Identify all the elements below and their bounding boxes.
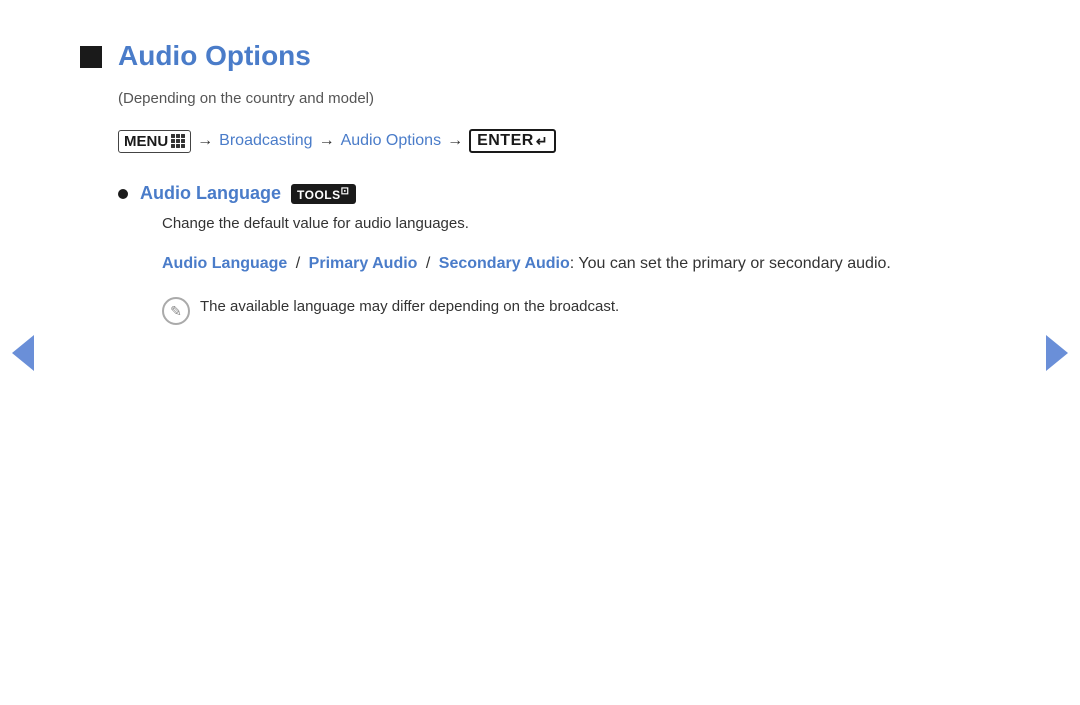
main-content: Audio Options (Depending on the country … bbox=[0, 0, 1000, 377]
audio-language-link: Audio Language bbox=[162, 255, 287, 272]
tools-badge: TOOLS⊡ bbox=[291, 184, 356, 204]
subtitle: (Depending on the country and model) bbox=[118, 90, 920, 107]
bullet-section: Audio Language TOOLS⊡ Change the default… bbox=[118, 183, 920, 325]
audio-links-row: Audio Language / Primary Audio / Seconda… bbox=[162, 250, 891, 277]
breadcrumb-audio-options: Audio Options bbox=[341, 132, 442, 150]
breadcrumb: MENU → Broadcasting → Audio Options → EN… bbox=[118, 129, 920, 153]
breadcrumb-enter-box: ENTER↵ bbox=[469, 129, 556, 153]
title-square-icon bbox=[80, 46, 102, 68]
links-rest-text: : You can set the primary or secondary a… bbox=[570, 255, 891, 272]
menu-grid-icon bbox=[171, 134, 185, 148]
audio-language-label: Audio Language bbox=[140, 183, 281, 204]
menu-icon-box: MENU bbox=[118, 130, 191, 153]
nav-arrow-left[interactable] bbox=[12, 335, 34, 371]
slash-2: / bbox=[421, 255, 434, 272]
audio-language-item: Audio Language TOOLS⊡ Change the default… bbox=[118, 183, 920, 325]
title-row: Audio Options bbox=[80, 40, 920, 72]
note-text: The available language may differ depend… bbox=[200, 295, 619, 319]
enter-label: ENTER bbox=[477, 132, 534, 150]
note-row: ✎ The available language may differ depe… bbox=[162, 295, 891, 325]
nav-arrow-right[interactable] bbox=[1046, 335, 1068, 371]
breadcrumb-broadcasting: Broadcasting bbox=[219, 132, 312, 150]
bullet-dot-icon bbox=[118, 189, 128, 199]
description-text: Change the default value for audio langu… bbox=[162, 212, 891, 236]
note-icon: ✎ bbox=[162, 297, 190, 325]
enter-arrow-icon: ↵ bbox=[536, 133, 548, 150]
breadcrumb-sep-2: → bbox=[319, 132, 335, 150]
audio-language-content: Audio Language TOOLS⊡ Change the default… bbox=[140, 183, 891, 325]
audio-language-title-row: Audio Language TOOLS⊡ bbox=[140, 183, 891, 204]
breadcrumb-sep-1: → bbox=[197, 132, 213, 150]
tools-icon: ⊡ bbox=[341, 186, 350, 197]
primary-audio-link: Primary Audio bbox=[309, 255, 418, 272]
page-title: Audio Options bbox=[118, 40, 311, 72]
secondary-audio-link: Secondary Audio bbox=[439, 255, 570, 272]
breadcrumb-sep-3: → bbox=[447, 132, 463, 150]
menu-icon-label: MENU bbox=[124, 133, 168, 150]
slash-1: / bbox=[291, 255, 304, 272]
